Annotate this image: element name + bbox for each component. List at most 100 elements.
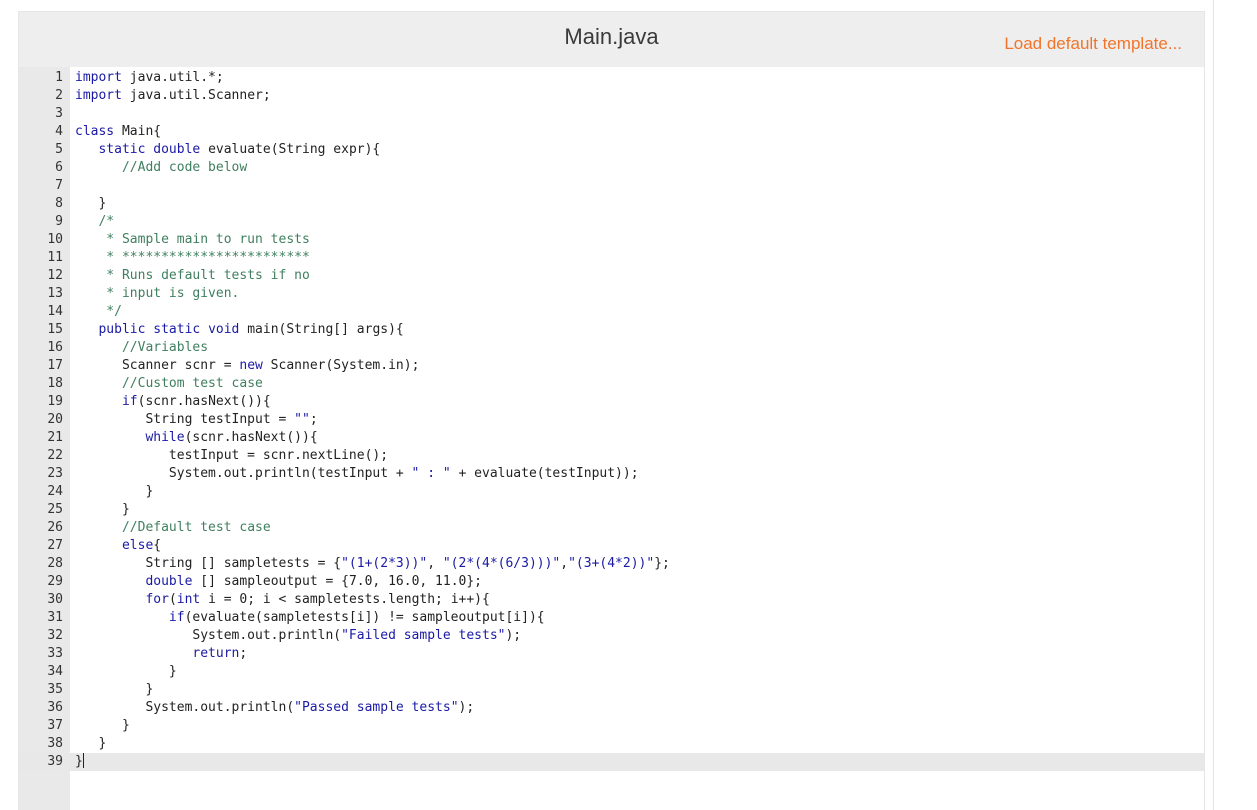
- code-line-text: //Default test case: [121, 520, 271, 535]
- code-line-text: }: [75, 718, 130, 733]
- code-line[interactable]: 6 //Add code below: [19, 159, 1204, 177]
- line-number: 27: [47, 538, 63, 553]
- line-number: 2: [55, 88, 63, 103]
- line-number: 31: [47, 610, 63, 625]
- line-number: 23: [47, 466, 63, 481]
- code-line[interactable]: 35 }: [19, 681, 1204, 699]
- code-line-text: /*: [75, 214, 115, 229]
- line-number: 20: [47, 412, 63, 427]
- line-number: 29: [47, 574, 63, 589]
- code-line[interactable]: 4 class Main{: [19, 123, 1204, 141]
- code-line-text: System.out.println("Passed sample tests"…: [75, 700, 475, 715]
- line-number: 37: [47, 718, 63, 733]
- page: Main.java Load default template... 1 impo…: [0, 0, 1257, 810]
- code-line[interactable]: 10 * Sample main to run tests: [19, 231, 1204, 249]
- code-line[interactable]: 15 public static void main(String[] args…: [19, 321, 1204, 339]
- code-line[interactable]: 39}: [19, 753, 1204, 771]
- code-line[interactable]: 14 */: [19, 303, 1204, 321]
- code-line[interactable]: 34 }: [19, 663, 1204, 681]
- page-divider: [1213, 0, 1214, 810]
- code-line-text: * ************************: [75, 250, 310, 265]
- code-editor-panel: Main.java Load default template... 1 impo…: [18, 11, 1205, 810]
- code-line[interactable]: 22 testInput = scnr.nextLine();: [19, 447, 1204, 465]
- code-line[interactable]: 25 }: [19, 501, 1204, 519]
- line-number: 9: [55, 214, 63, 229]
- code-line-text: }: [75, 196, 107, 211]
- load-default-template-link[interactable]: Load default template...: [1004, 34, 1182, 54]
- code-line[interactable]: 1 import java.util.*;: [19, 69, 1204, 87]
- code-line[interactable]: 27 else{: [19, 537, 1204, 555]
- line-number: 6: [55, 160, 63, 175]
- code-line[interactable]: 13 * input is given.: [19, 285, 1204, 303]
- code-line-text: System.out.println(testInput + " : " + e…: [75, 466, 639, 481]
- code-line[interactable]: 36 System.out.println("Passed sample tes…: [19, 699, 1204, 717]
- code-line[interactable]: 9 /*: [19, 213, 1204, 231]
- line-number: 22: [47, 448, 63, 463]
- line-number: 4: [55, 124, 63, 139]
- code-line[interactable]: 8 }: [19, 195, 1204, 213]
- line-number: 35: [47, 682, 63, 697]
- line-number: 11: [47, 250, 63, 265]
- code-line[interactable]: 18 //Custom test case: [19, 375, 1204, 393]
- line-number: 8: [55, 196, 63, 211]
- line-number: 30: [47, 592, 63, 607]
- code-line[interactable]: 31 if(evaluate(sampletests[i]) != sample…: [19, 609, 1204, 627]
- code-line-text: for(int i = 0; i < sampletests.length; i…: [145, 592, 490, 607]
- code-line[interactable]: 7: [19, 177, 1204, 195]
- code-line-text: static double evaluate(String expr){: [98, 142, 381, 157]
- code-line-text: */: [75, 304, 122, 319]
- line-number: 32: [47, 628, 63, 643]
- code-line[interactable]: 29 double [] sampleoutput = {7.0, 16.0, …: [19, 573, 1204, 591]
- line-number: 19: [47, 394, 63, 409]
- code-line[interactable]: 37 }: [19, 717, 1204, 735]
- code-line[interactable]: 19 if(scnr.hasNext()){: [19, 393, 1204, 411]
- code-line-text: while(scnr.hasNext()){: [145, 430, 318, 445]
- code-line-text: }: [75, 753, 84, 769]
- line-number: 17: [47, 358, 63, 373]
- code-line[interactable]: 30 for(int i = 0; i < sampletests.length…: [19, 591, 1204, 609]
- line-number: 26: [47, 520, 63, 535]
- code-line[interactable]: 28 String [] sampletests = {"(1+(2*3))",…: [19, 555, 1204, 573]
- code-line[interactable]: 5 static double evaluate(String expr){: [19, 141, 1204, 159]
- line-number: 25: [47, 502, 63, 517]
- line-number: 16: [47, 340, 63, 355]
- line-number: 3: [55, 106, 63, 121]
- line-number: 13: [47, 286, 63, 301]
- line-number: 15: [47, 322, 63, 337]
- code-text-area[interactable]: 1 import java.util.*; 2 import java.util.Sc…: [19, 67, 1204, 810]
- code-line[interactable]: 17 Scanner scnr = new Scanner(System.in)…: [19, 357, 1204, 375]
- code-line[interactable]: 2 import java.util.Scanner;: [19, 87, 1204, 105]
- code-line[interactable]: 11 * ************************: [19, 249, 1204, 267]
- code-line[interactable]: 12 * Runs default tests if no: [19, 267, 1204, 285]
- code-line[interactable]: 16 //Variables: [19, 339, 1204, 357]
- line-number: 21: [47, 430, 63, 445]
- code-line-text: }: [75, 682, 154, 697]
- code-line[interactable]: 23 System.out.println(testInput + " : " …: [19, 465, 1204, 483]
- line-number: 18: [47, 376, 63, 391]
- line-number: 38: [47, 736, 63, 751]
- line-number: 34: [47, 664, 63, 679]
- line-number: 10: [47, 232, 63, 247]
- code-line-text: //Variables: [121, 340, 209, 355]
- code-line[interactable]: 26 //Default test case: [19, 519, 1204, 537]
- code-line[interactable]: 3: [19, 105, 1204, 123]
- line-number: 12: [47, 268, 63, 283]
- line-number: 5: [55, 142, 63, 157]
- code-line-text: if(evaluate(sampletests[i]) != sampleout…: [168, 610, 545, 625]
- line-number: 1: [55, 70, 63, 85]
- code-line-text: System.out.println("Failed sample tests"…: [75, 628, 522, 643]
- editor-header: Main.java Load default template...: [19, 12, 1204, 67]
- code-line-text: }: [75, 664, 177, 679]
- code-line[interactable]: 32 System.out.println("Failed sample tes…: [19, 627, 1204, 645]
- code-line-text: * Sample main to run tests: [75, 232, 310, 247]
- code-line-text: * Runs default tests if no: [75, 268, 310, 283]
- code-line-text: if(scnr.hasNext()){: [121, 394, 271, 409]
- code-line[interactable]: 20 String testInput = "";: [19, 411, 1204, 429]
- code-line[interactable]: 38 }: [19, 735, 1204, 753]
- code-line[interactable]: 24 }: [19, 483, 1204, 501]
- code-line-text: }: [75, 736, 107, 751]
- code-line-text: String testInput = "";: [75, 412, 318, 427]
- code-line[interactable]: 21 while(scnr.hasNext()){: [19, 429, 1204, 447]
- code-line[interactable]: 33 return;: [19, 645, 1204, 663]
- line-number: 33: [47, 646, 63, 661]
